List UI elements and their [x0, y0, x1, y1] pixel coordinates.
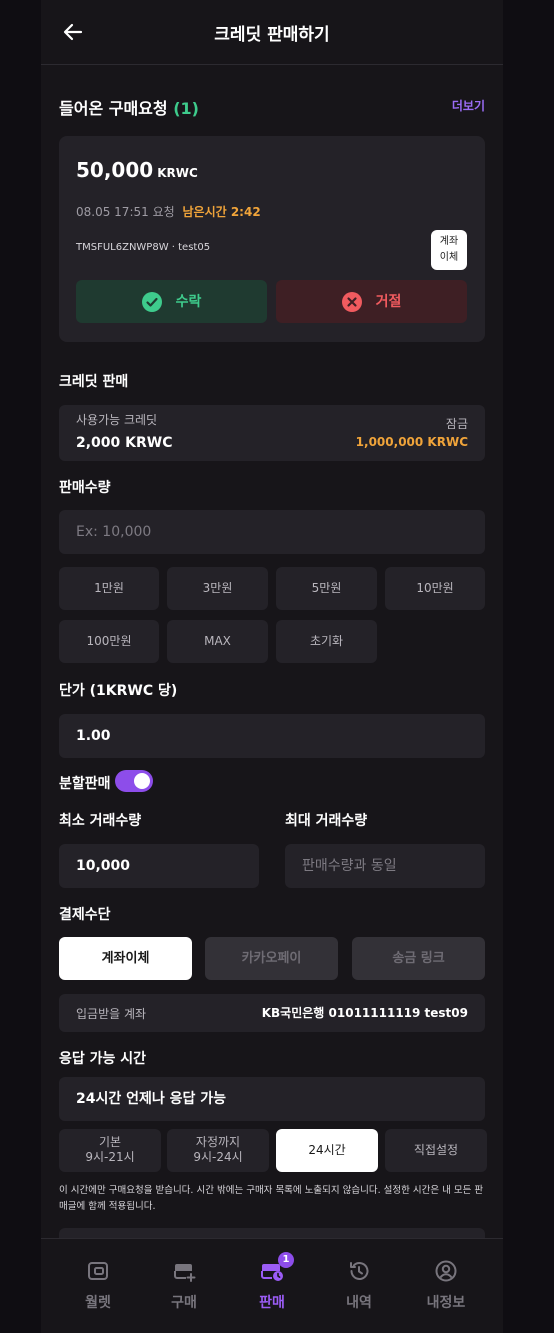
- accept-label: 수락: [175, 294, 202, 310]
- min-qty-input[interactable]: 10,000: [59, 844, 259, 888]
- more-link[interactable]: 더보기: [452, 97, 485, 114]
- max-qty-placeholder: 판매수량과 동일: [302, 858, 397, 874]
- requests-title: 들어온 구매요청 (1): [59, 95, 199, 119]
- remaining-time: 남은시간 2:42: [182, 205, 261, 219]
- payment-bank-transfer[interactable]: 계좌이체: [59, 937, 192, 980]
- time-option-midnight-line1: 자정까지: [195, 1135, 241, 1149]
- available-label: 사용가능 크레딧: [76, 413, 158, 427]
- request-code: TMSFUL6ZNWP8W · test05: [76, 242, 211, 253]
- max-qty-input[interactable]: 판매수량과 동일: [285, 844, 485, 888]
- sell-credit-screen: 크레딧 판매하기 들어온 구매요청 (1) 더보기 50,000 KRWC 08.…: [41, 0, 503, 1333]
- nav-buy[interactable]: 구매: [140, 1239, 228, 1319]
- price-title: 단가 (1KRWC 당): [59, 683, 178, 699]
- locked-label: 잠금: [445, 417, 468, 431]
- chip-reset[interactable]: 초기화: [276, 620, 377, 663]
- page-title: 크레딧 판매하기: [214, 25, 330, 45]
- nav-wallet[interactable]: 월렛: [54, 1239, 142, 1319]
- quantity-input[interactable]: Ex: 10,000: [59, 510, 485, 554]
- reject-label: 거절: [375, 294, 402, 310]
- chip-100k[interactable]: 10만원: [385, 567, 485, 610]
- chip-10k[interactable]: 1만원: [59, 567, 159, 610]
- time-option-custom[interactable]: 직접설정: [385, 1129, 487, 1172]
- nav-buy-label: 구매: [171, 1295, 197, 1311]
- wallet-icon: [88, 1262, 108, 1280]
- response-time-title: 응답 가능 시간: [59, 1051, 147, 1067]
- request-time: 08.05 17:51 요청: [76, 205, 175, 219]
- credit-balance-box: 사용가능 크레딧 2,000 KRWC 잠금 1,000,000 KRWC: [59, 405, 485, 461]
- x-circle-icon: [341, 292, 362, 312]
- nav-sell-label: 판매: [259, 1295, 285, 1311]
- nav-wallet-label: 월렛: [85, 1295, 111, 1311]
- request-amount-unit: KRWC: [157, 166, 198, 180]
- deposit-account-box: 입금받을 계좌 KB국민은행 01011111119 test09: [59, 994, 485, 1032]
- locked-value: 1,000,000 KRWC: [355, 435, 468, 449]
- card-plus-icon: [174, 1264, 196, 1282]
- available-value: 2,000 KRWC: [76, 435, 173, 451]
- request-card: 50,000 KRWC 08.05 17:51 요청 남은시간 2:42 TMSF…: [59, 136, 485, 342]
- max-qty-title: 최대 거래수량: [285, 813, 368, 829]
- nav-profile-label: 내정보: [426, 1295, 466, 1311]
- toggle-knob: [134, 773, 150, 789]
- check-circle-icon: [141, 292, 162, 312]
- time-option-24h-label: 24시간: [308, 1143, 346, 1157]
- request-amount: 50,000 KRWC: [76, 158, 198, 182]
- badge-line-1: 계좌: [439, 236, 459, 247]
- chip-50k[interactable]: 5만원: [276, 567, 377, 610]
- payment-title: 결제수단: [59, 907, 111, 923]
- nav-history-label: 내역: [346, 1295, 372, 1311]
- payment-method-badge: 계좌 이체: [431, 230, 467, 270]
- response-time-current: 24시간 언제나 응답 가능: [59, 1077, 485, 1121]
- split-sale-label: 분할판매: [59, 776, 111, 792]
- account-label: 입금받을 계좌: [76, 1007, 147, 1021]
- min-qty-title: 최소 거래수량: [59, 813, 142, 829]
- chip-max[interactable]: MAX: [167, 620, 268, 663]
- request-amount-value: 50,000: [76, 158, 154, 182]
- user-icon: [435, 1260, 457, 1282]
- quantity-placeholder: Ex: 10,000: [76, 524, 152, 540]
- credit-sale-title: 크레딧 판매: [59, 374, 129, 390]
- response-time-notice: 이 시간에만 구매요청을 받습니다. 시간 밖에는 구매자 목록에 노출되지 않…: [59, 1185, 484, 1212]
- requests-title-text: 들어온 구매요청: [59, 99, 168, 118]
- time-option-midnight[interactable]: 자정까지 9시-24시: [167, 1129, 269, 1172]
- request-meta: 08.05 17:51 요청 남은시간 2:42: [76, 203, 261, 220]
- quantity-title: 판매수량: [59, 480, 111, 496]
- bottom-nav: 월렛 구매 1 판매 내역 내정보: [41, 1238, 503, 1333]
- time-option-midnight-line2: 9시-24시: [193, 1150, 243, 1164]
- split-sale-toggle[interactable]: [115, 770, 153, 792]
- payment-kakaopay[interactable]: 카카오페이: [205, 937, 338, 980]
- history-icon: [350, 1262, 369, 1280]
- badge-line-2: 이체: [439, 252, 459, 263]
- app-header: 크레딧 판매하기: [41, 0, 503, 65]
- chip-30k[interactable]: 3만원: [167, 567, 268, 610]
- sell-notification-badge: 1: [278, 1252, 294, 1268]
- reject-button[interactable]: 거절: [276, 280, 467, 323]
- price-input[interactable]: 1.00: [59, 714, 485, 758]
- time-option-24h[interactable]: 24시간: [276, 1129, 378, 1172]
- account-value: KB국민은행 01011111119 test09: [261, 1006, 468, 1020]
- accept-button[interactable]: 수락: [76, 280, 267, 323]
- time-option-default-line2: 9시-21시: [85, 1150, 135, 1164]
- response-time-value: 24시간 언제나 응답 가능: [76, 1091, 227, 1107]
- time-option-custom-label: 직접설정: [413, 1143, 459, 1157]
- requests-count: (1): [173, 99, 199, 118]
- price-value: 1.00: [76, 728, 111, 744]
- nav-sell[interactable]: 1 판매: [228, 1239, 316, 1319]
- time-option-default[interactable]: 기본 9시-21시: [59, 1129, 161, 1172]
- time-option-default-line1: 기본: [98, 1135, 122, 1149]
- nav-history[interactable]: 내역: [315, 1239, 403, 1319]
- min-qty-value: 10,000: [76, 858, 131, 874]
- nav-profile[interactable]: 내정보: [402, 1239, 490, 1319]
- chip-1m[interactable]: 100만원: [59, 620, 159, 663]
- payment-transfer-link[interactable]: 송금 링크: [352, 937, 485, 980]
